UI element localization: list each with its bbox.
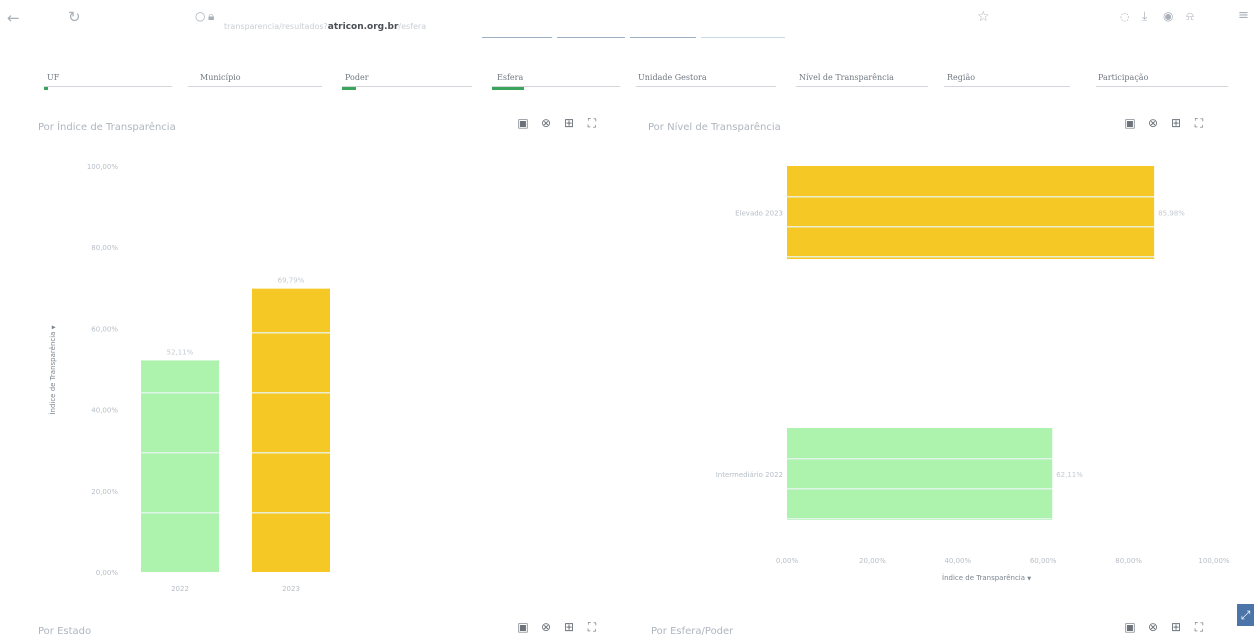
x-tick-label: 2023 — [282, 585, 300, 593]
y-tick-label: Intermediário 2022 — [716, 471, 783, 479]
bar-seam — [141, 392, 219, 394]
fullscreen-icon[interactable]: ⛶ — [1193, 621, 1205, 633]
x-tick-label: 60,00% — [1030, 557, 1057, 565]
bar-seam — [252, 332, 330, 334]
bar-value-label: 52,11% — [167, 348, 194, 356]
close-circle-icon[interactable]: ⊗ — [540, 621, 552, 633]
chart-nivel: 0,00% 20,00% 40,00% 60,00% 80,00% 100,00% Elev… — [716, 166, 1230, 565]
y-axis-label: Índice de Transparência ▼ — [49, 325, 57, 414]
bar-seam — [252, 392, 330, 394]
x-tick-label: 2022 — [171, 585, 189, 593]
y-tick-label: 60,00% — [91, 325, 118, 333]
bar-2023 — [252, 288, 330, 572]
bar-seam — [252, 452, 330, 454]
bar-seam — [252, 512, 330, 514]
bar-seam — [787, 256, 1155, 258]
y-axis-sort-icon[interactable]: ▼ — [51, 325, 57, 329]
bar-seam — [141, 452, 219, 454]
table-icon[interactable]: ⊞ — [1170, 621, 1182, 633]
chart-indice: 0,00% 20,00% 40,00% 60,00% 80,00% 100,00% 52,1… — [87, 163, 330, 593]
image-icon[interactable]: ▣ — [1124, 621, 1136, 633]
bar-seam — [787, 226, 1155, 228]
panel-toolbar-esfera: ▣ ⊗ ⊞ ⛶ — [1124, 621, 1205, 633]
x-axis-label-text: Índice de Transparência — [942, 574, 1026, 582]
x-tick-label: 100,00% — [1198, 557, 1229, 565]
x-tick-label: 40,00% — [944, 557, 971, 565]
y-tick-label: 80,00% — [91, 244, 118, 252]
bar-seam — [787, 488, 1053, 490]
panel-title-estado: Por Estado — [38, 626, 92, 637]
bar-seam — [141, 512, 219, 514]
bar-value-label: 85,98% — [1158, 210, 1185, 218]
fullscreen-icon[interactable]: ⛶ — [586, 621, 598, 633]
bar-seam — [787, 518, 1053, 520]
bar-value-label: 69,79% — [278, 277, 305, 285]
x-tick-label: 80,00% — [1115, 557, 1142, 565]
table-icon[interactable]: ⊞ — [563, 621, 575, 633]
charts-canvas: 0,00% 20,00% 40,00% 60,00% 80,00% 100,00% 52,1… — [87, 163, 1230, 593]
y-tick-label: 0,00% — [96, 569, 119, 577]
image-icon[interactable]: ▣ — [517, 621, 529, 633]
panel-toolbar-estado: ▣ ⊗ ⊞ ⛶ — [517, 621, 598, 633]
y-tick-label: 100,00% — [87, 163, 118, 171]
y-tick-label: Elevado 2023 — [735, 210, 783, 218]
x-tick-label: 0,00% — [776, 557, 799, 565]
y-axis-label-text: Índice de Transparência — [49, 331, 57, 415]
hbar-0 — [787, 166, 1155, 259]
bar-seam — [787, 196, 1155, 198]
bar-seam — [787, 458, 1053, 460]
bar-value-label: 62,11% — [1056, 471, 1083, 479]
hbar-1 — [787, 428, 1053, 520]
close-circle-icon[interactable]: ⊗ — [1147, 621, 1159, 633]
x-tick-label: 20,00% — [859, 557, 886, 565]
x-axis-sort-icon[interactable]: ▼ — [1027, 576, 1031, 582]
x-axis-label: Índice de Transparência ▼ — [942, 574, 1031, 582]
y-tick-label: 20,00% — [91, 488, 118, 496]
panel-title-esfera: Por Esfera/Poder — [651, 626, 734, 637]
y-tick-label: 40,00% — [91, 407, 118, 415]
expand-corner-icon[interactable]: ⤢ — [1237, 604, 1254, 626]
